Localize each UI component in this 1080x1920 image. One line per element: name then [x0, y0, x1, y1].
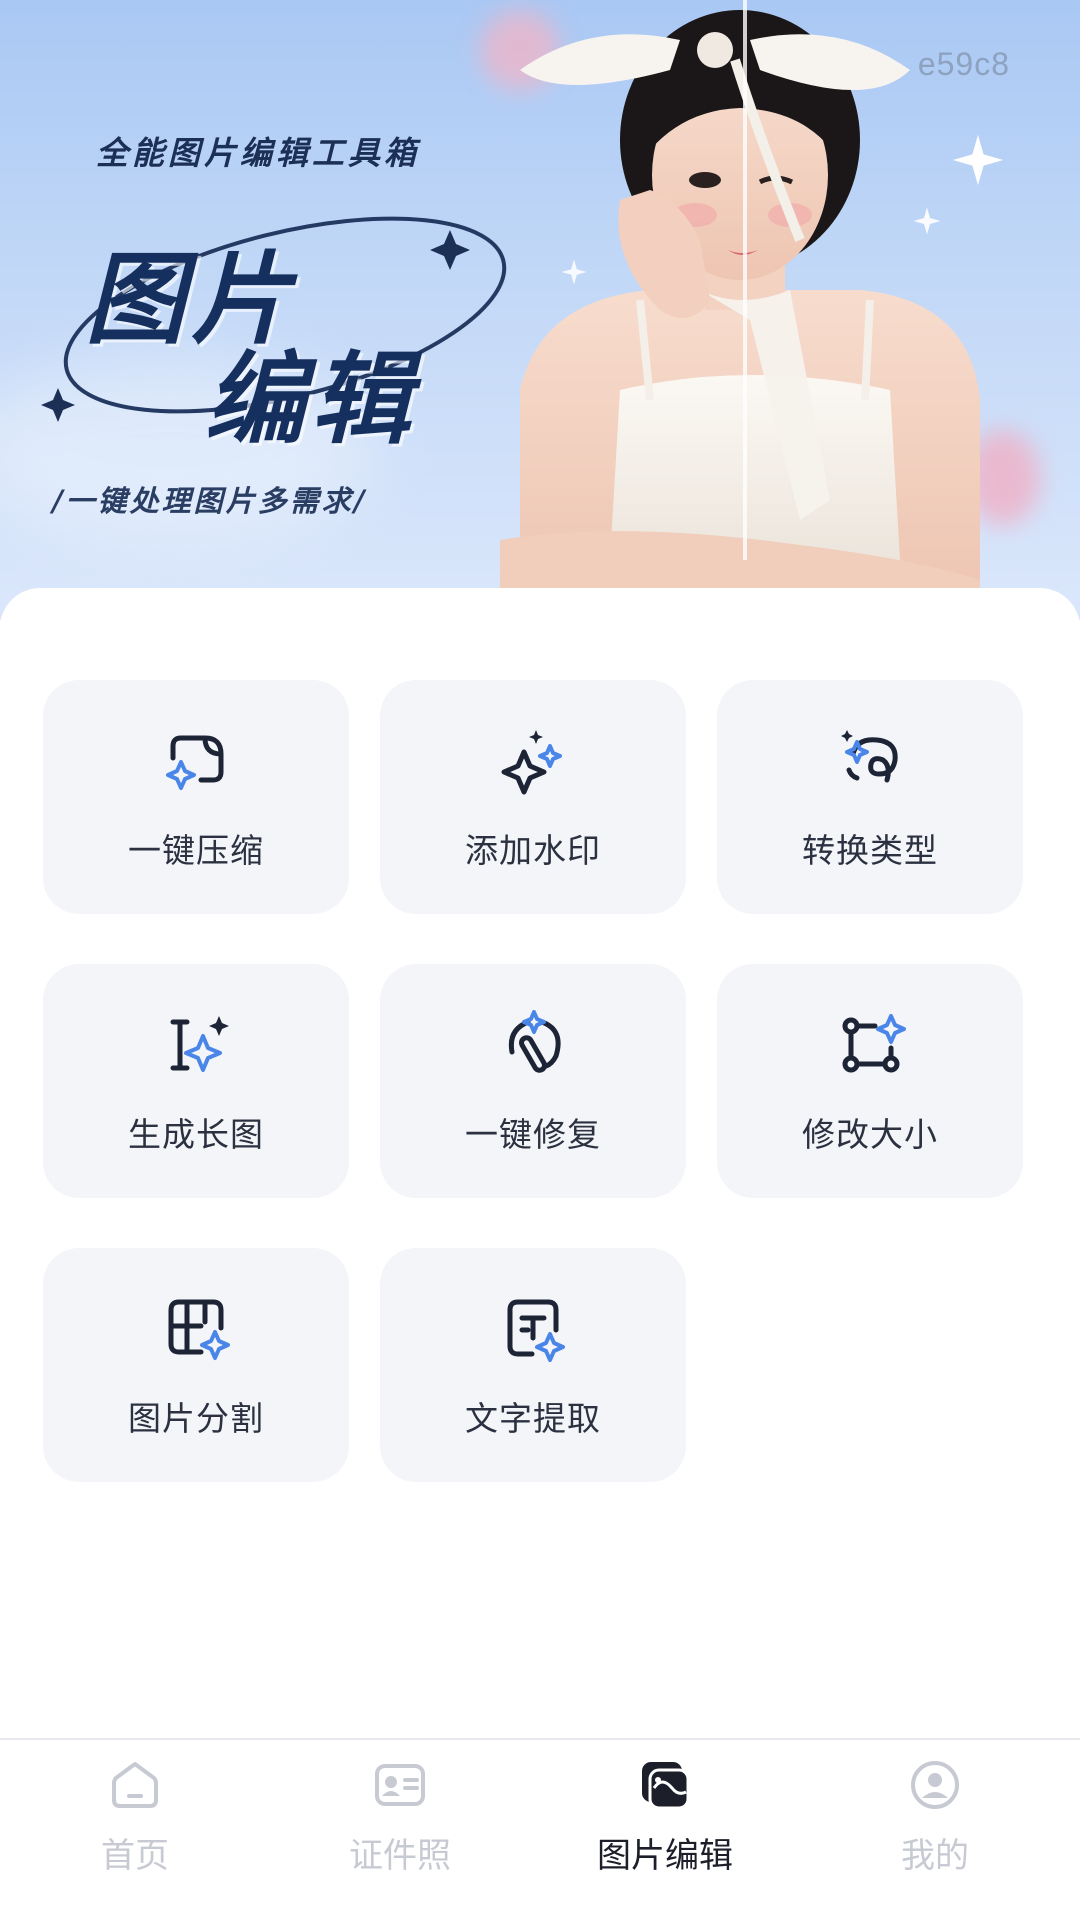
tool-label: 转换类型 [802, 831, 938, 870]
tab-id-photo[interactable]: 证件照 [265, 1740, 535, 1920]
tool-label: 文字提取 [465, 1399, 601, 1438]
split-grid-icon [168, 1299, 230, 1360]
tool-watermark[interactable]: 添加水印 [380, 680, 686, 914]
tab-home[interactable]: 首页 [0, 1740, 270, 1920]
tab-image-edit[interactable]: 图片编辑 [530, 1740, 800, 1920]
tool-text-extract[interactable]: 文字提取 [380, 1248, 686, 1482]
banner-code: e59c8 [917, 46, 1010, 82]
banner-tagline: 全能图片编辑工具箱 [96, 134, 421, 172]
tab-profile[interactable]: 我的 [800, 1740, 1070, 1920]
banner-title-line2: 编辑 [205, 340, 417, 458]
home-icon [112, 1762, 158, 1808]
watermark-sparkle-icon [501, 730, 562, 795]
tool-label: 图片分割 [128, 1399, 264, 1438]
tool-label: 一键压缩 [128, 831, 264, 870]
tool-compress[interactable]: 一键压缩 [43, 680, 349, 914]
tab-label: 证件照 [349, 1836, 451, 1876]
tool-label: 修改大小 [802, 1115, 938, 1154]
sparkle-icon [561, 259, 587, 285]
profile-icon [911, 1761, 959, 1809]
model-photo [500, 0, 980, 600]
tool-label: 添加水印 [465, 831, 601, 870]
compress-icon [166, 735, 224, 790]
tool-label: 一键修复 [465, 1115, 601, 1154]
tab-label: 首页 [101, 1836, 169, 1876]
tools-panel: 一键压缩 添加水印 转换类型 生成长图 一键修复 修改大小 图片分割 文字提取 [0, 588, 1080, 1748]
id-card-icon [375, 1764, 425, 1806]
tool-label: 生成长图 [128, 1115, 264, 1154]
bottom-nav: 首页 证件照 图片编辑 我的 [0, 1738, 1080, 1920]
hero-banner[interactable]: e59c8 全能图片编辑工具箱 图片 编辑 /一键处理图片多需求/ [0, 0, 1080, 620]
text-extract-icon [507, 1299, 565, 1362]
banner-slogan: /一键处理图片多需求/ [52, 484, 368, 518]
tab-label: 图片编辑 [597, 1836, 733, 1876]
sparkle-icon [952, 134, 1004, 186]
tab-label: 我的 [901, 1836, 969, 1876]
sparkle-icon [913, 207, 941, 235]
tool-resize[interactable]: 修改大小 [717, 964, 1023, 1198]
repair-wand-icon [508, 1010, 561, 1073]
long-image-icon [170, 1016, 229, 1072]
convert-icon [841, 730, 898, 783]
tool-split[interactable]: 图片分割 [43, 1248, 349, 1482]
tool-convert[interactable]: 转换类型 [717, 680, 1023, 914]
tool-repair[interactable]: 一键修复 [380, 964, 686, 1198]
resize-icon [842, 1014, 906, 1073]
tool-long-image[interactable]: 生成长图 [43, 964, 349, 1198]
image-edit-icon [642, 1762, 690, 1810]
